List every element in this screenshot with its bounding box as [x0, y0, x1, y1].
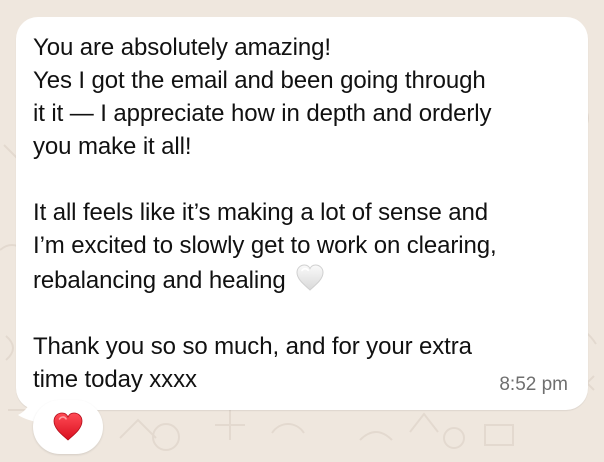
message-line: rebalancing and healing [33, 267, 293, 294]
message-line: Thank you so so much, and for your extra [33, 333, 472, 360]
white-heart-icon [296, 264, 324, 291]
message-bubble[interactable]: You are absolutely amazing! Yes I got th… [16, 17, 588, 423]
message-line: time today xxxx [33, 366, 197, 393]
message-line: Yes I got the email and been going throu… [33, 67, 486, 94]
reaction-badge[interactable] [33, 400, 103, 454]
red-heart-icon [53, 412, 83, 441]
message-line: It all feels like it’s making a lot of s… [33, 199, 488, 226]
message-text[interactable]: You are absolutely amazing! Yes I got th… [33, 31, 573, 396]
message-line: you make it all! [33, 133, 192, 160]
message-line: it it — I appreciate how in depth and or… [33, 100, 492, 127]
message-timestamp: 8:52 pm [499, 374, 568, 395]
message-line: I’m excited to slowly get to work on cle… [33, 232, 497, 259]
message-line: You are absolutely amazing! [33, 34, 331, 61]
